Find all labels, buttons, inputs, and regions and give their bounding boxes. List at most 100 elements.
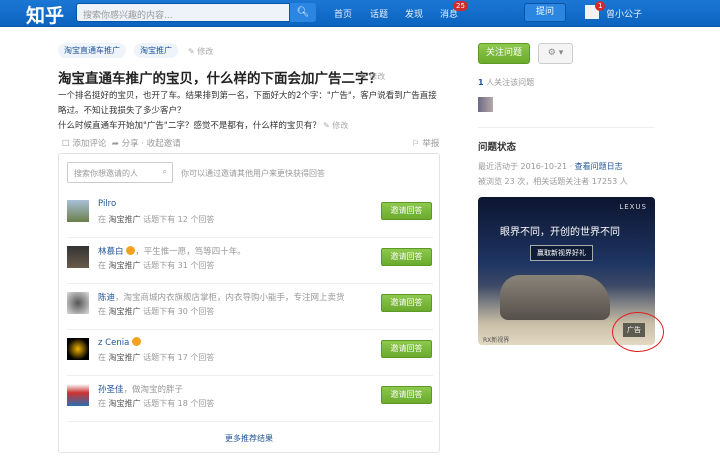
- view-log-link[interactable]: 查看问题日志: [575, 162, 623, 171]
- user-avatar[interactable]: [67, 384, 89, 406]
- invite-answer-button[interactable]: 邀请回答: [381, 202, 432, 220]
- ad-model: RX新视界: [483, 337, 510, 344]
- invite-search-placeholder: 搜索你想邀请的人: [74, 169, 138, 178]
- user-avatar[interactable]: [67, 292, 89, 314]
- user-name-line: z Cenia: [98, 337, 141, 348]
- search-input[interactable]: 搜索你感兴趣的内容...: [76, 3, 290, 22]
- topic-link[interactable]: 淘宝推广: [109, 261, 141, 270]
- zhihu-logo[interactable]: 知乎: [26, 1, 64, 28]
- add-comment-label: 添加评论: [72, 139, 107, 149]
- topic-link[interactable]: 淘宝推广: [109, 307, 141, 316]
- lexus-logo: LEXUS: [619, 203, 647, 211]
- more-results-link[interactable]: 更多推荐结果: [59, 433, 439, 444]
- stats-prefix: 在: [98, 353, 106, 362]
- stats-text: 话题下有 18 个回答: [143, 399, 215, 408]
- edit-description-link[interactable]: ✎ 修改: [323, 120, 348, 131]
- ask-button[interactable]: 提问: [524, 3, 566, 22]
- notification-badge: 1: [595, 1, 606, 11]
- search-icon: ⌕: [162, 167, 167, 176]
- follow-question-button[interactable]: 关注问题: [478, 43, 530, 64]
- stats-text: 话题下有 17 个回答: [143, 353, 215, 362]
- user-avatar[interactable]: [67, 338, 89, 360]
- stats-prefix: 在: [98, 399, 106, 408]
- edit-label: 修改: [369, 72, 386, 81]
- verified-badge-icon: [126, 246, 136, 255]
- username[interactable]: 曾小公子: [606, 7, 642, 20]
- user-answer-stats: 在 淘宝推广 话题下有 30 个回答: [98, 306, 214, 317]
- edit-title-link[interactable]: ✎ 修改: [360, 71, 385, 82]
- question-title: 淘宝直通车推广的宝贝，什么样的下面会加广告二字？: [58, 71, 382, 87]
- user-answer-stats: 在 淘宝推广 话题下有 17 个回答: [98, 352, 214, 363]
- ad-headline: 眼界不同，开创的世界不同: [500, 227, 620, 238]
- verified-badge-icon: [132, 337, 141, 346]
- question-description: 略过。不知让我损失了多少客户？: [58, 106, 186, 116]
- collapse-invite-link[interactable]: 收起邀请: [147, 139, 181, 149]
- invite-panel: 搜索你想邀请的人 ⌕ 你可以通过邀请其他用户来更快获得回答 Pilro 在 淘宝推…: [58, 153, 440, 453]
- edit-label: 修改: [332, 121, 349, 130]
- stats-text: 话题下有 12 个回答: [143, 215, 215, 224]
- search-icon: 🔍︎: [296, 7, 310, 18]
- user-name[interactable]: Pilro: [98, 199, 116, 209]
- invite-answer-button[interactable]: 邀请回答: [381, 294, 432, 312]
- view-stats: 被浏览 23 次，相关话题关注者 17253 人: [478, 177, 628, 186]
- stats-text: 话题下有 31 个回答: [143, 261, 215, 270]
- stats-prefix: 在: [98, 307, 106, 316]
- settings-dropdown[interactable]: ⚙ ▾: [538, 43, 573, 64]
- user-name-line: 陈迪，淘宝商城内衣旗舰店掌柜，内衣导购小能手，专注网上卖货: [98, 291, 345, 303]
- user-answer-stats: 在 淘宝推广 话题下有 18 个回答: [98, 398, 214, 409]
- followers-count: 1 人关注该问题: [478, 77, 534, 88]
- stats-text: 话题下有 30 个回答: [143, 307, 215, 316]
- user-avatar[interactable]: [67, 200, 89, 222]
- topic-link[interactable]: 淘宝推广: [109, 399, 141, 408]
- top-nav-bar: 知乎 搜索你感兴趣的内容... 🔍︎ 首页 话题 发现 消息 25 提问 1 曾…: [0, 0, 720, 27]
- user-name-line: 林慕白 ，平生惟一愿，笃等四十年。: [98, 245, 246, 257]
- user-name[interactable]: 林慕白: [98, 247, 124, 257]
- followers-label: 人关注该问题: [486, 78, 535, 87]
- question-description: 什么时候直通车开始加"广告"二字？感觉不是都有，什么样的宝贝有？: [58, 121, 321, 131]
- user-name[interactable]: 孙圣佳: [98, 385, 124, 395]
- invite-answer-button[interactable]: 邀请回答: [381, 248, 432, 266]
- stats-prefix: 在: [98, 261, 106, 270]
- nav-home[interactable]: 首页: [334, 7, 352, 20]
- messages-badge: 25: [453, 1, 468, 11]
- edit-tags-link[interactable]: ✎ 修改: [188, 46, 213, 57]
- flag-icon: ⚐: [412, 139, 420, 149]
- edit-label: 修改: [197, 47, 214, 56]
- user-bio: ，平生惟一愿，笃等四十年。: [135, 247, 246, 257]
- invite-list-item: 林慕白 ，平生惟一愿，笃等四十年。 在 淘宝推广 话题下有 31 个回答 邀请回…: [67, 238, 433, 284]
- user-avatar[interactable]: [67, 246, 89, 268]
- topic-link[interactable]: 淘宝推广: [109, 215, 141, 224]
- topic-link[interactable]: 淘宝推广: [109, 353, 141, 362]
- status-title: 问题状态: [478, 142, 517, 153]
- caret-down-icon: ▾: [558, 48, 564, 58]
- invite-answer-button[interactable]: 邀请回答: [381, 340, 432, 358]
- user-bio: ，做淘宝的胖子: [123, 385, 184, 395]
- question-actions: ☐ 添加评论 ➦ 分享 · 收起邀请: [62, 139, 181, 149]
- user-name[interactable]: 陈迪: [98, 293, 115, 303]
- nav-explore[interactable]: 发现: [405, 7, 423, 20]
- topic-tag[interactable]: 淘宝推广: [134, 43, 178, 58]
- share-link[interactable]: ➦ 分享: [112, 139, 139, 149]
- stats-prefix: 在: [98, 215, 106, 224]
- search-button[interactable]: 🔍︎: [290, 3, 316, 22]
- user-bio: ，淘宝商城内衣旗舰店掌柜，内衣导购小能手，专注网上卖货: [115, 293, 345, 303]
- user-answer-stats: 在 淘宝推广 话题下有 12 个回答: [98, 214, 214, 225]
- invite-list-item: Pilro 在 淘宝推广 话题下有 12 个回答 邀请回答: [67, 192, 433, 238]
- gear-icon: ⚙: [547, 48, 556, 58]
- invite-search-input[interactable]: 搜索你想邀请的人 ⌕: [67, 162, 173, 183]
- nav-topics[interactable]: 话题: [370, 7, 388, 20]
- report-link[interactable]: ⚐ 举报: [412, 137, 439, 149]
- car-image: [500, 275, 610, 320]
- user-name[interactable]: z Cenia: [98, 338, 129, 348]
- user-name-line: Pilro: [98, 199, 116, 209]
- add-comment-link[interactable]: ☐ 添加评论: [62, 139, 106, 149]
- invite-answer-button[interactable]: 邀请回答: [381, 386, 432, 404]
- last-active: 最近活动于 2016-10-21 · 查看问题日志: [478, 161, 623, 172]
- report-label: 举报: [422, 139, 440, 149]
- topic-tag[interactable]: 淘宝直通车推广: [58, 43, 126, 58]
- user-answer-stats: 在 淘宝推广 话题下有 31 个回答: [98, 260, 214, 271]
- follower-avatar[interactable]: [478, 97, 493, 112]
- last-active-text: 最近活动于 2016-10-21 ·: [478, 162, 573, 171]
- share-label: 分享: [121, 139, 139, 149]
- ad-cta-button[interactable]: 赢取新视界好礼: [530, 245, 593, 261]
